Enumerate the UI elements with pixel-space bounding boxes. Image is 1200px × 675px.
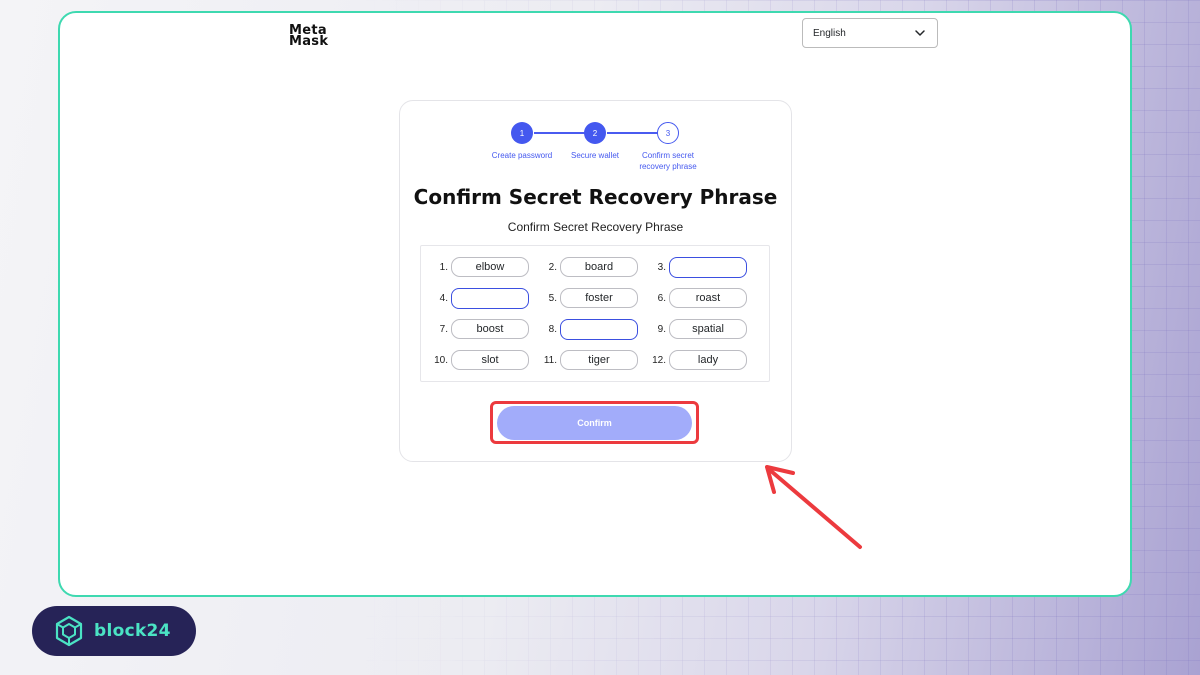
word-chip-1: elbow: [451, 257, 529, 277]
cube-logo-icon: [55, 615, 83, 647]
phrase-row-2: 4. 5. foster 6. roast: [421, 287, 769, 309]
word-chip-2: board: [560, 257, 638, 277]
phrase-row-3: 7. boost 8. 9. spatial: [421, 318, 769, 340]
word-chip-9: spatial: [669, 319, 747, 339]
annotation-arrow-icon: [765, 465, 862, 549]
word-chip-6: roast: [669, 288, 747, 308]
word-number-9: 9.: [657, 323, 666, 335]
phrase-row-4: 10. slot 11. tiger 12. lady: [421, 350, 769, 370]
language-select[interactable]: English: [802, 18, 938, 48]
metamask-logo: Meta Mask: [289, 24, 329, 49]
word-chip-5: foster: [560, 288, 638, 308]
phrase-cell-11: 11. tiger: [530, 350, 638, 370]
word-number-6: 6.: [657, 292, 666, 304]
onboarding-stepper: 1 2 3 Create password Secure wallet Conf…: [400, 121, 791, 181]
word-number-12: 12.: [652, 354, 666, 366]
word-chip-12: lady: [669, 350, 747, 370]
phrase-cell-5: 5. foster: [530, 288, 638, 308]
page-subtitle: Confirm Secret Recovery Phrase: [507, 220, 684, 234]
confirm-button[interactable]: Confirm: [497, 406, 692, 440]
word-chip-7: boost: [451, 319, 529, 339]
language-select-value: English: [813, 27, 846, 39]
watermark-text: block24: [94, 621, 171, 641]
phrase-cell-9: 9. spatial: [639, 319, 747, 339]
phrase-cell-7: 7. boost: [421, 319, 529, 339]
word-chip-11: tiger: [560, 350, 638, 370]
word-number-3: 3.: [657, 261, 666, 273]
word-number-7: 7.: [439, 323, 448, 335]
phrase-cell-4: 4.: [421, 287, 529, 309]
page-title: Confirm Secret Recovery Phrase: [413, 185, 778, 209]
phrase-cell-2: 2. board: [530, 257, 638, 277]
phrase-cell-1: 1. elbow: [421, 257, 529, 277]
phrase-cell-3: 3.: [639, 256, 747, 278]
word-input-8[interactable]: [560, 318, 638, 340]
phrase-row-1: 1. elbow 2. board 3.: [421, 256, 769, 278]
step-2-circle: 2: [584, 122, 606, 144]
browser-window: Meta Mask English 1 2 3 Create password …: [58, 11, 1132, 597]
phrase-cell-10: 10. slot: [421, 350, 529, 370]
word-number-8: 8.: [548, 323, 557, 335]
recovery-phrase-grid: 1. elbow 2. board 3. 4. 5. foster 6. roa…: [420, 245, 770, 382]
step-1-label: Create password: [491, 151, 553, 160]
chevron-down-icon: [915, 30, 925, 36]
step-2-label: Secure wallet: [570, 151, 620, 160]
block24-watermark: block24: [32, 606, 196, 656]
word-number-2: 2.: [548, 261, 557, 273]
word-input-3[interactable]: [669, 256, 747, 278]
step-1-circle: 1: [511, 122, 533, 144]
confirm-phrase-card: 1 2 3 Create password Secure wallet Conf…: [399, 100, 792, 462]
word-number-5: 5.: [548, 292, 557, 304]
word-number-10: 10.: [434, 354, 448, 366]
word-input-4[interactable]: [451, 287, 529, 309]
phrase-cell-6: 6. roast: [639, 288, 747, 308]
step-3-label: Confirm secret recovery phrase: [639, 151, 697, 171]
word-chip-10: slot: [451, 350, 529, 370]
logo-line-2: Mask: [289, 34, 329, 49]
phrase-cell-8: 8.: [530, 318, 638, 340]
phrase-cell-12: 12. lady: [639, 350, 747, 370]
step-3-circle: 3: [657, 122, 679, 144]
word-number-1: 1.: [439, 261, 448, 273]
word-number-11: 11.: [543, 354, 557, 366]
word-number-4: 4.: [439, 292, 448, 304]
